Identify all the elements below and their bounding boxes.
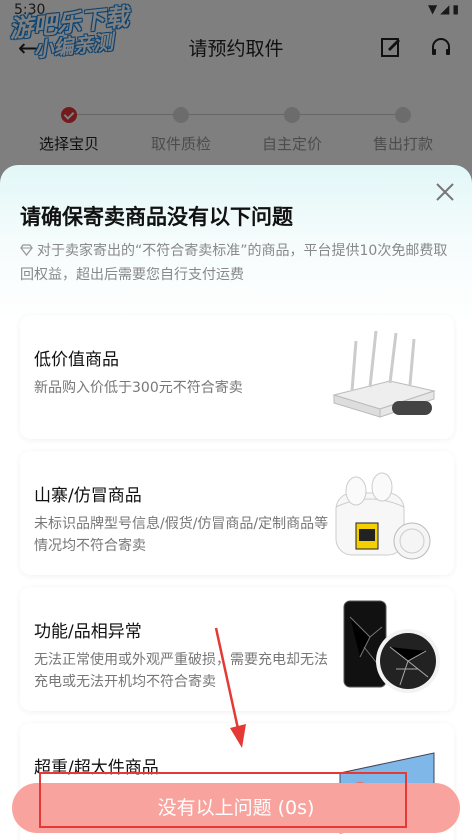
diamond-icon bbox=[20, 244, 33, 256]
cracked-phone-image bbox=[343, 600, 440, 693]
card-desc: 未标识品牌型号信息/假货/仿冒商品/定制商品等情况均不符合寄卖 bbox=[34, 516, 329, 554]
notice-content: 对于卖家寄出的“不符合寄卖标准”的商品，平台提供10次免邮费取回权益，超出后需要… bbox=[20, 243, 448, 283]
card-title: 山寨/仿冒商品 bbox=[34, 486, 142, 506]
router-massager-image bbox=[332, 330, 436, 418]
notice-text: 对于卖家寄出的“不符合寄卖标准”的商品，平台提供10次免邮费取回权益，超出后需要… bbox=[20, 239, 460, 287]
requirements-sheet: 请确保寄卖商品没有以下问题 对于卖家寄出的“不符合寄卖标准”的商品，平台提供10… bbox=[0, 165, 472, 840]
card-title: 低价值商品 bbox=[34, 350, 119, 370]
issue-card-counterfeit: 山寨/仿冒商品 未标识品牌型号信息/假货/仿冒商品/定制商品等情况均不符合寄卖 bbox=[20, 451, 454, 575]
sheet-title: 请确保寄卖商品没有以下问题 bbox=[20, 205, 293, 229]
card-desc: 新品购入价低于300元不符合寄卖 bbox=[34, 380, 243, 396]
issue-card-low-value: 低价值商品 新品购入价低于300元不符合寄卖 bbox=[20, 315, 454, 439]
card-title: 功能/品相异常 bbox=[34, 622, 142, 642]
annotation-highlight-box bbox=[39, 772, 407, 828]
earbuds-case-image bbox=[335, 472, 431, 560]
issue-card-damaged: 功能/品相异常 无法正常使用或外观严重破损，需要充电却无法充电或无法开机均不符合… bbox=[20, 587, 454, 711]
close-icon[interactable] bbox=[434, 181, 456, 203]
card-desc: 无法正常使用或外观严重破损，需要充电却无法充电或无法开机均不符合寄卖 bbox=[34, 652, 328, 690]
